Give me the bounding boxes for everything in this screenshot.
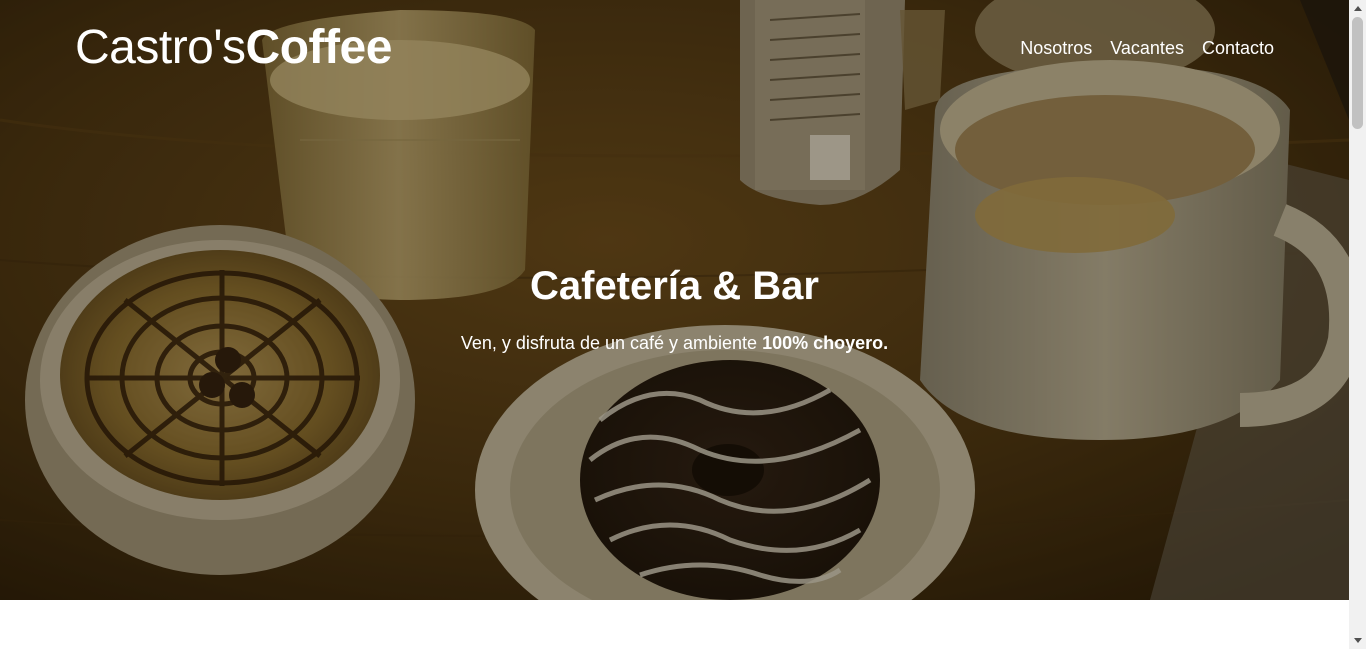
hero-subtitle-highlight: 100% choyero. xyxy=(762,333,889,353)
scroll-up-button[interactable] xyxy=(1349,0,1366,17)
brand-name-light: Castro's xyxy=(75,21,246,74)
arrow-down-icon xyxy=(1353,638,1362,643)
arrow-up-icon xyxy=(1353,6,1362,11)
hero-subtitle-text: Ven, y disfruta de un café y ambiente xyxy=(460,333,763,353)
brand-name-bold: Coffee xyxy=(245,21,393,74)
nav-link-nosotros[interactable]: Nosotros xyxy=(1020,36,1092,60)
nav-link-contacto[interactable]: Contacto xyxy=(1202,36,1274,60)
page: Castro'sCoffee Nosotros Vacantes Contact… xyxy=(0,0,1366,649)
vertical-scrollbar[interactable] xyxy=(1349,0,1366,649)
hero-title: Cafetería & Bar xyxy=(529,264,819,308)
hero-subtitle: Ven, y disfruta de un café y ambiente 10… xyxy=(0,331,1349,355)
content-area xyxy=(0,600,1349,649)
scroll-down-button[interactable] xyxy=(1349,632,1366,649)
site-header: Castro'sCoffee Nosotros Vacantes Contact… xyxy=(0,0,1349,100)
brand-logo-link[interactable]: Castro'sCoffee xyxy=(75,20,392,76)
hero-section: Castro'sCoffee Nosotros Vacantes Contact… xyxy=(0,0,1349,600)
nav-link-vacantes[interactable]: Vacantes xyxy=(1110,36,1184,60)
scrollbar-thumb[interactable] xyxy=(1352,17,1363,129)
main-nav: Nosotros Vacantes Contacto xyxy=(1020,36,1274,60)
